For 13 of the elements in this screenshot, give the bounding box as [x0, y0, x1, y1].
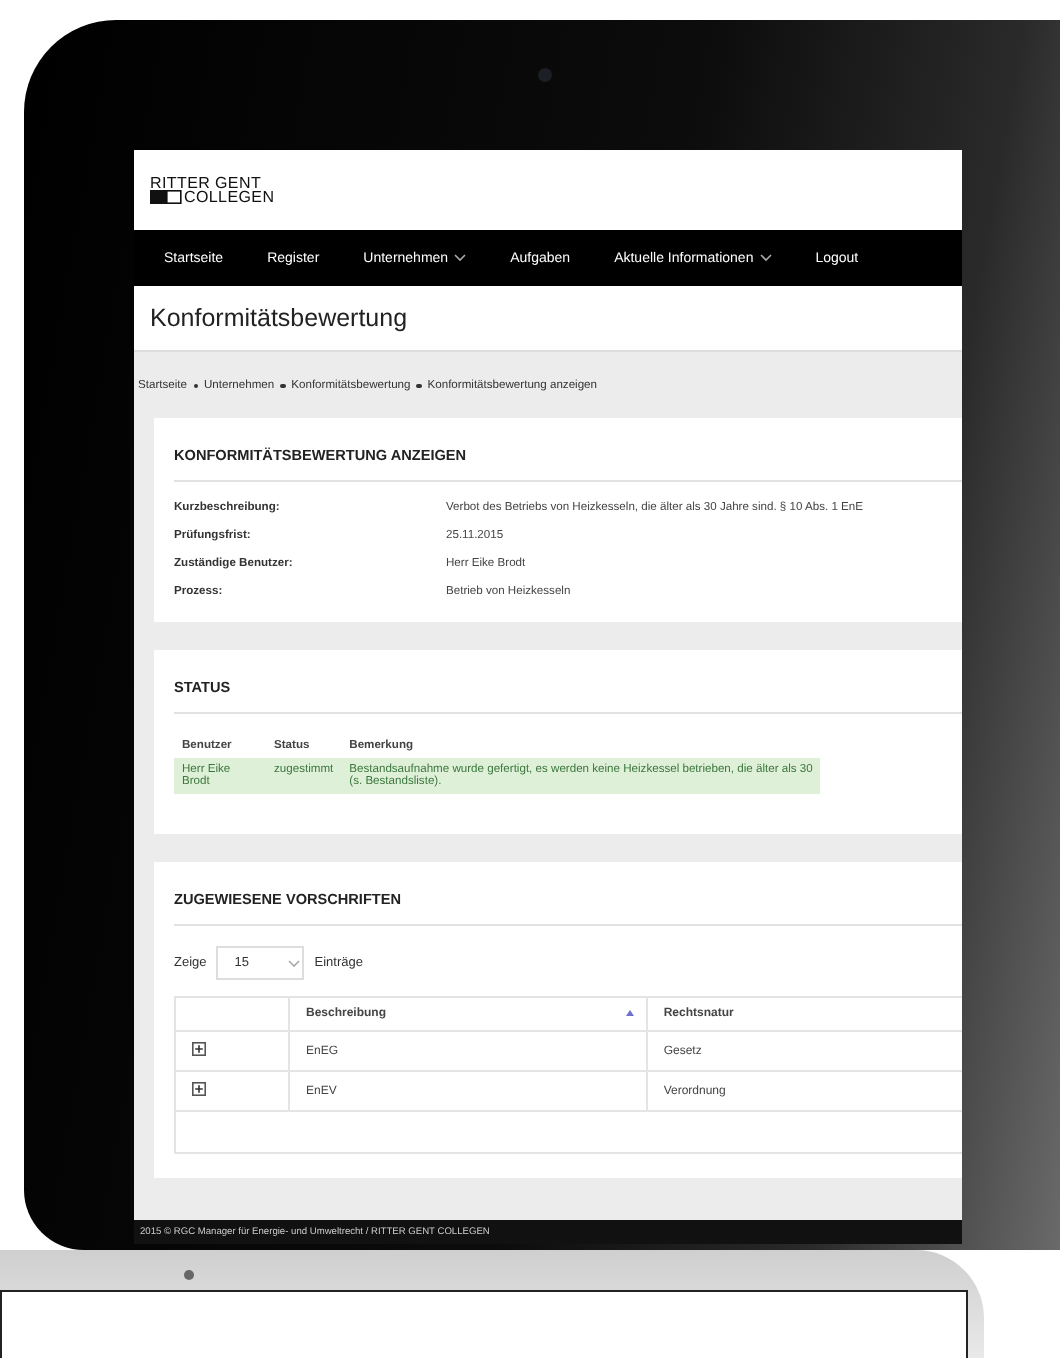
camera-lens-icon	[538, 68, 552, 82]
bullet-icon	[416, 383, 422, 389]
expand-icon[interactable]	[192, 1082, 206, 1096]
caret-icon	[288, 959, 301, 967]
camera-lens-icon	[184, 1270, 194, 1280]
logo: RITTER GENT COLLEGEN	[150, 176, 275, 204]
caret-icon	[454, 254, 467, 262]
caret-icon	[759, 254, 772, 262]
sort-arrow-icon[interactable]	[625, 1010, 634, 1016]
bullet-icon	[280, 383, 286, 389]
page-title: Konformitätsbewertung	[150, 304, 408, 332]
bullet-icon	[193, 383, 198, 389]
expand-icon[interactable]	[192, 1042, 206, 1056]
